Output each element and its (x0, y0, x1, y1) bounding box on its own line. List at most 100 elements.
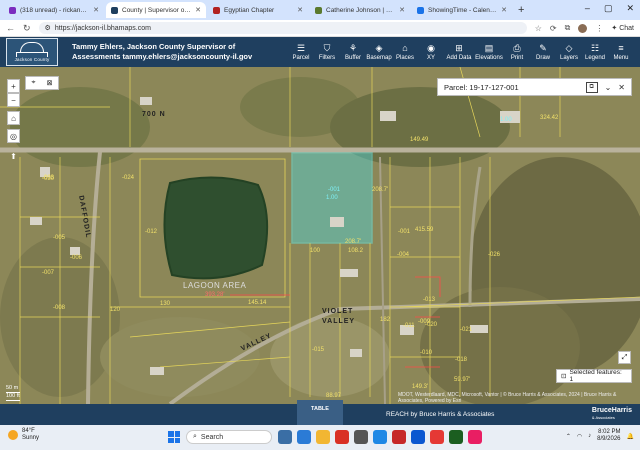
tool-basemap-button[interactable]: ◈ Basemap (366, 39, 392, 65)
tool-elevations-button[interactable]: ▤ Elevations (474, 39, 504, 65)
app-icon-green[interactable] (449, 430, 463, 444)
store-icon[interactable] (354, 430, 368, 444)
tab-favicon-icon (315, 6, 322, 14)
parcel-label: 130 (160, 301, 171, 307)
tab-favicon-icon (417, 6, 424, 14)
parcel-label: -005 (53, 235, 66, 241)
parcel-label: -003 (42, 175, 55, 181)
selected-features-icon: ⊡ (561, 373, 567, 380)
browser-tab-0[interactable]: (318 unread) - rickandsarah@att.n✕ (4, 2, 104, 18)
tool-label: Buffer (345, 54, 361, 61)
app-icon-pink[interactable] (468, 430, 482, 444)
mail-icon[interactable] (373, 430, 387, 444)
app-header: Jackson County Tammy Ehlers, Jackson Cou… (0, 37, 640, 67)
tool-layers-button[interactable]: ◇ Layers (556, 39, 582, 65)
reload-button[interactable]: ↻ (23, 23, 31, 34)
parcel-label: -007 (42, 270, 55, 276)
chrome-icon[interactable] (335, 430, 349, 444)
tab-close-icon[interactable]: ✕ (399, 6, 405, 14)
new-tab-button[interactable]: + (518, 4, 524, 16)
zoom-in-button[interactable]: + (7, 79, 20, 93)
zoom-out-button[interactable]: − (7, 93, 20, 107)
print-icon: ⎙ (513, 42, 521, 53)
county-logo[interactable]: Jackson County (6, 38, 58, 66)
clear-selection-icon[interactable]: ⊠ (47, 79, 53, 87)
road-label-700n: 700 N (142, 111, 166, 118)
task-view-icon[interactable] (278, 430, 292, 444)
url-field[interactable]: ⚙ https://jackson-il.bhamaps.com (38, 22, 527, 34)
search-icon: ⌕ (193, 433, 197, 440)
tool-places-button[interactable]: ⌂ Places (392, 39, 418, 65)
copy-parcel-icon[interactable]: ⧉ (585, 81, 598, 93)
app-icon-red-2[interactable] (430, 430, 444, 444)
back-button[interactable]: ← (6, 23, 15, 33)
taskbar-search[interactable]: ⌕ Search (186, 430, 272, 444)
tab-favicon-icon (9, 6, 16, 14)
browser-tab-4[interactable]: ShowingTime - Calendar ✕ (412, 2, 512, 18)
tray-overflow-icon[interactable]: ⌃ (566, 433, 571, 440)
weather-widget[interactable]: 84°F Sunny (8, 428, 39, 442)
search-placeholder: Search (200, 433, 224, 441)
bruce-harris-logo[interactable]: BruceHarris & Associates (592, 407, 632, 421)
tool-print-button[interactable]: ⎙ Print (504, 39, 530, 65)
tool-label: Basemap (366, 54, 392, 61)
tab-close-icon[interactable]: ✕ (195, 6, 201, 14)
tool-add-data-button[interactable]: ⊞ Add Data (444, 39, 474, 65)
tab-close-icon[interactable]: ✕ (93, 6, 99, 14)
minimize-button[interactable]: – (585, 3, 590, 14)
map-view[interactable]: 208.7' 1.00 -001 208.7' 100 108.2 149.49 393.28… (0, 67, 640, 404)
parcel-label: -010 (420, 350, 433, 356)
browser-tab-3[interactable]: Catherine Johnson | connectMLS ✕ (310, 2, 410, 18)
places-icon: ⌂ (402, 42, 408, 53)
parcel-label: -015 (312, 347, 325, 353)
browser-tab-2[interactable]: Egyptian Chapter ✕ (208, 2, 308, 18)
file-explorer-icon[interactable] (316, 430, 330, 444)
volume-icon[interactable]: ♪ (588, 433, 591, 439)
tool-label: Add Data (446, 54, 472, 61)
home-extent-button[interactable]: ⌂ (7, 111, 20, 125)
extension-icon[interactable]: ⟳ (550, 24, 557, 33)
parcel-label: -012 (145, 229, 158, 235)
parcel-label: -008 (53, 305, 66, 311)
table-toggle-button[interactable]: TABLE (297, 400, 343, 425)
clock[interactable]: 8:02 PM 8/9/2026 (597, 429, 620, 443)
tool-buffer-button[interactable]: ⚘ Buffer (340, 39, 366, 65)
tool-filters-button[interactable]: ⛉ Filters (314, 39, 340, 65)
scale-bar: 50 m 100 ft (6, 385, 20, 401)
select-tool-icon[interactable]: ⌖ (32, 79, 36, 87)
parcel-label: 1.00 (500, 117, 512, 123)
maximize-button[interactable]: ▢ (604, 3, 613, 14)
collapse-panel-icon[interactable]: ⌄ (605, 83, 612, 92)
fullscreen-button[interactable]: ⤢ (618, 351, 631, 364)
parcel-label: -013 (423, 297, 436, 303)
taskbar-apps (278, 430, 482, 444)
close-panel-icon[interactable]: ✕ (618, 83, 625, 92)
profile-avatar[interactable] (578, 23, 588, 33)
tool-draw-button[interactable]: ✎ Draw (530, 39, 556, 65)
locate-button[interactable]: ◎ (7, 129, 20, 143)
compass-button[interactable]: ⬆ (7, 149, 20, 163)
tab-close-icon[interactable]: ✕ (297, 6, 303, 14)
edge-icon[interactable] (297, 430, 311, 444)
windows-start-icon[interactable] (168, 431, 180, 443)
draw-icon: ✎ (539, 42, 547, 53)
tool-legend-button[interactable]: ☷ Legend (582, 39, 608, 65)
tool-label: Places (395, 54, 414, 61)
tool-menu-button[interactable]: ≡ Menu (608, 39, 634, 65)
browser-tab-1[interactable]: County | Supervisor of Assessment ✕ (106, 2, 206, 18)
wifi-icon[interactable]: ◠ (577, 433, 582, 440)
notifications-icon[interactable]: 🔔 (627, 433, 634, 440)
site-info-icon[interactable]: ⚙ (45, 24, 51, 32)
close-window-button[interactable]: ✕ (626, 3, 634, 14)
puzzle-icon[interactable]: ⧉ (565, 23, 571, 33)
parcel-label: 145.14 (248, 300, 267, 306)
app-icon-blue[interactable] (411, 430, 425, 444)
browser-menu-icon[interactable]: ⋮ (595, 24, 603, 33)
chat-button[interactable]: ✦ Chat (611, 24, 634, 33)
tool-parcel-button[interactable]: ☰ Parcel (288, 39, 314, 65)
bookmark-star-icon[interactable]: ☆ (535, 24, 542, 33)
tool-xy-button[interactable]: ◉ XY (418, 39, 444, 65)
tab-close-icon[interactable]: ✕ (501, 6, 507, 14)
app-icon-red[interactable] (392, 430, 406, 444)
selected-features-badge[interactable]: ⊡ Selected features: 1 (556, 369, 632, 383)
